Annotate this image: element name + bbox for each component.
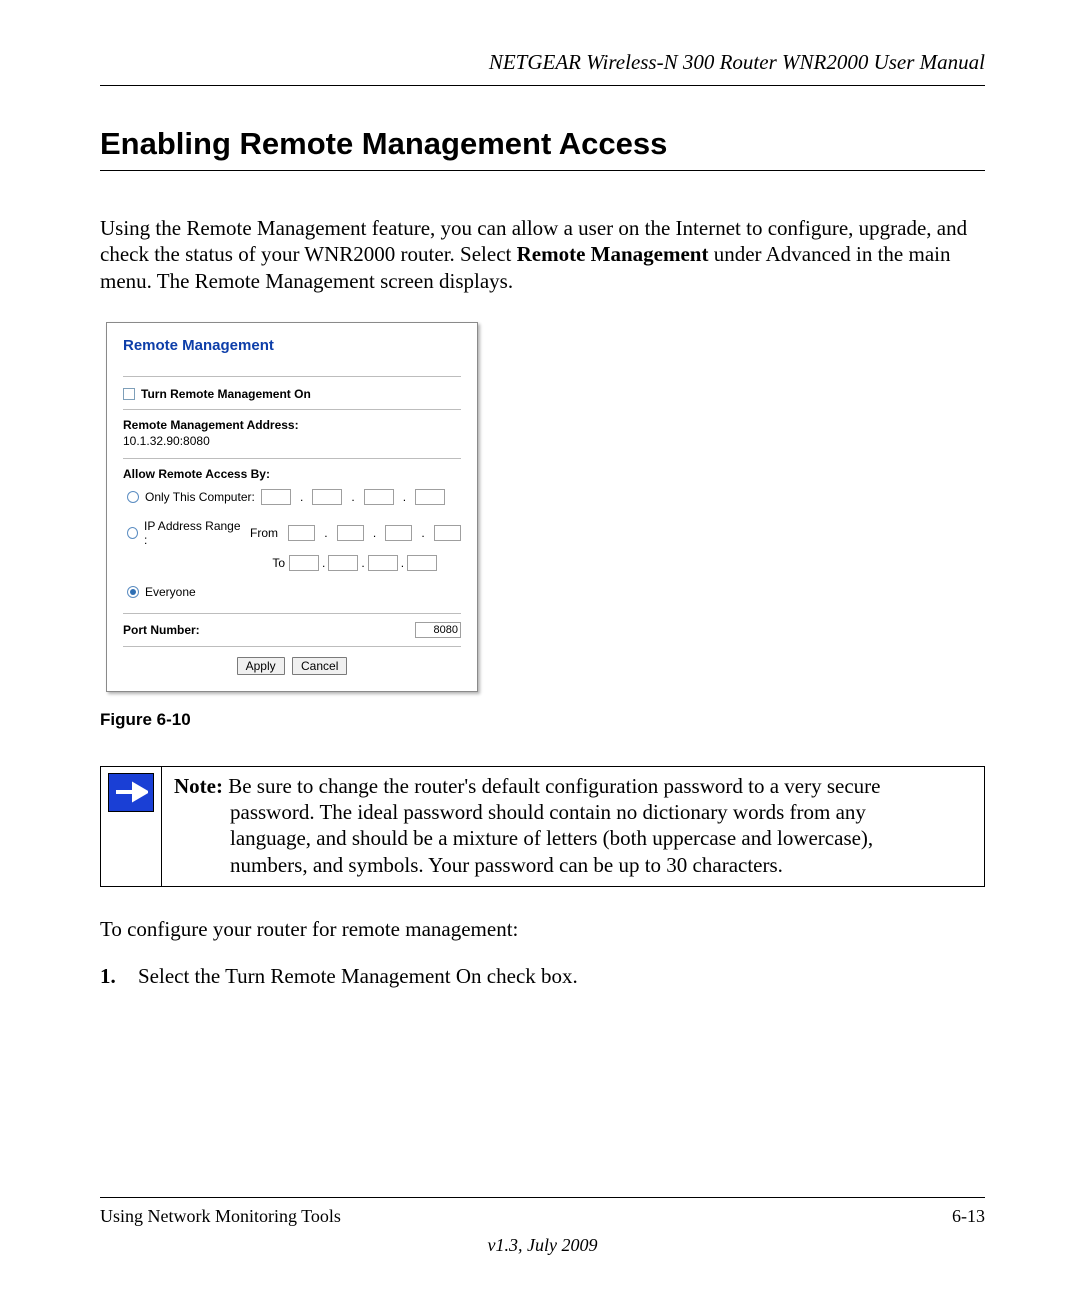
everyone-row: Everyone [127, 585, 461, 599]
intro-paragraph: Using the Remote Management feature, you… [100, 215, 985, 294]
ip-range-radio[interactable] [127, 527, 138, 539]
ip-octet[interactable] [434, 525, 461, 541]
footer-left: Using Network Monitoring Tools [100, 1206, 341, 1227]
note-icon-cell [101, 767, 162, 886]
only-this-radio[interactable] [127, 491, 139, 503]
ip-octet[interactable] [328, 555, 358, 571]
footer-caption: v1.3, July 2009 [100, 1235, 985, 1256]
ip-octet[interactable] [288, 525, 315, 541]
note-line1: Be sure to change the router's default c… [223, 774, 880, 798]
divider [123, 458, 461, 459]
turn-on-checkbox[interactable] [123, 388, 135, 400]
allow-label: Allow Remote Access By: [123, 467, 461, 481]
button-row: Apply Cancel [123, 657, 461, 675]
divider [123, 409, 461, 410]
ip-octet[interactable] [337, 525, 364, 541]
ip-octet[interactable] [312, 489, 342, 505]
apply-button[interactable]: Apply [237, 657, 285, 675]
step-1: 1. Select the Turn Remote Management On … [100, 964, 985, 989]
ip-octet[interactable] [289, 555, 319, 571]
port-row: Port Number: 8080 [123, 622, 461, 638]
figure-label: Figure 6-10 [100, 710, 985, 730]
from-label: From [249, 526, 278, 540]
turn-on-row: Turn Remote Management On [123, 387, 461, 401]
ip-range-row: IP Address Range : From . . . [127, 519, 461, 547]
ip-octet[interactable] [261, 489, 291, 505]
cancel-button[interactable]: Cancel [292, 657, 347, 675]
step-strong: Turn Remote Management On [225, 964, 481, 988]
divider [123, 646, 461, 647]
panel-title: Remote Management [123, 337, 461, 377]
turn-on-label: Turn Remote Management On [141, 387, 311, 401]
ip-octet[interactable] [385, 525, 412, 541]
note-line2: password. The ideal password should cont… [230, 799, 974, 825]
note-line3: language, and should be a mixture of let… [230, 825, 974, 851]
footer-right: 6-13 [952, 1206, 985, 1227]
remote-management-panel: Remote Management Turn Remote Management… [106, 322, 478, 692]
step-pre: Select the [138, 964, 225, 988]
ip-range-to-row: To . . . [253, 555, 461, 571]
addr-value: 10.1.32.90:8080 [123, 434, 461, 448]
arrow-icon [108, 773, 154, 812]
addr-label: Remote Management Address: [123, 418, 461, 432]
only-this-row: Only This Computer: . . . [127, 489, 461, 505]
note-line4: numbers, and symbols. Your password can … [230, 852, 974, 878]
ip-octet[interactable] [368, 555, 398, 571]
divider [123, 613, 461, 614]
everyone-radio[interactable] [127, 586, 139, 598]
port-label: Port Number: [123, 623, 200, 637]
step-number: 1. [100, 964, 122, 989]
note-text: Note: Be sure to change the router's def… [162, 767, 984, 886]
note-prefix: Note: [174, 774, 223, 798]
note-box: Note: Be sure to change the router's def… [100, 766, 985, 887]
page-footer: Using Network Monitoring Tools 6-13 v1.3… [100, 1197, 985, 1256]
ip-octet[interactable] [364, 489, 394, 505]
ip-range-label: IP Address Range : [144, 519, 243, 547]
configure-intro: To configure your router for remote mana… [100, 917, 985, 942]
running-header: NETGEAR Wireless-N 300 Router WNR2000 Us… [100, 50, 985, 86]
only-this-label: Only This Computer: [145, 490, 255, 504]
step-post: check box. [482, 964, 578, 988]
port-field[interactable]: 8080 [415, 622, 461, 638]
ip-octet[interactable] [407, 555, 437, 571]
to-label: To [253, 556, 285, 570]
section-title: Enabling Remote Management Access [100, 126, 985, 171]
intro-strong: Remote Management [517, 242, 709, 266]
ip-octet[interactable] [415, 489, 445, 505]
everyone-label: Everyone [145, 585, 196, 599]
